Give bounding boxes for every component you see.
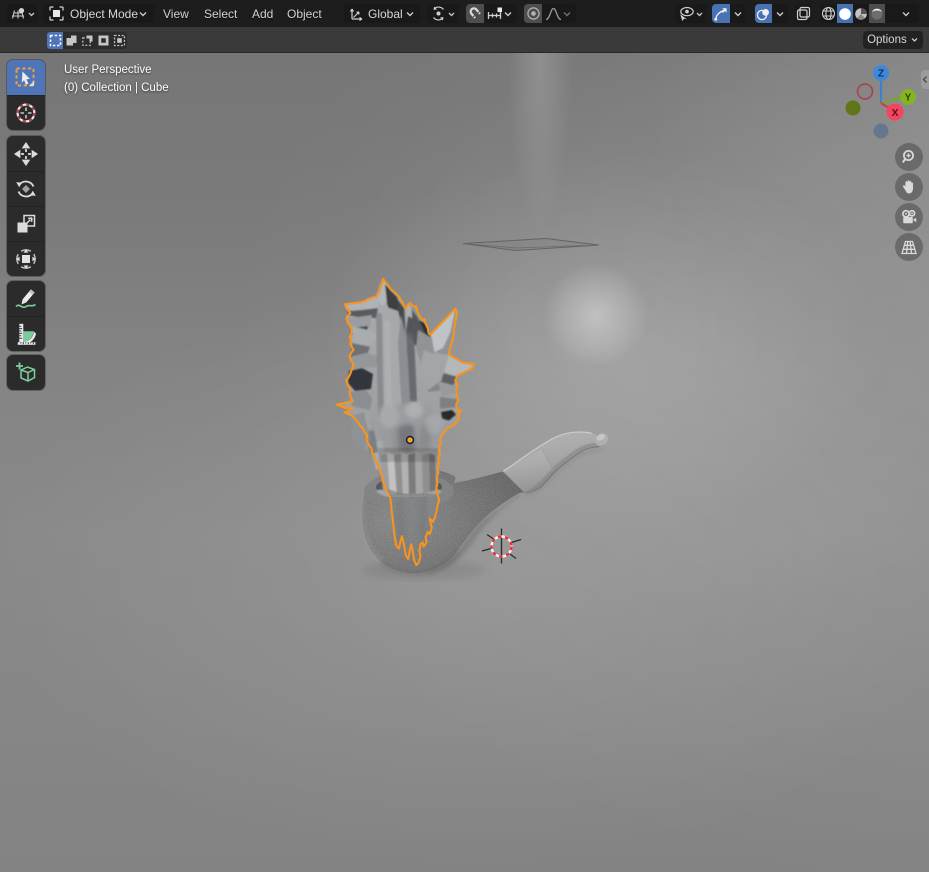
svg-text:X: X	[891, 107, 898, 119]
svg-text:Z: Z	[878, 69, 884, 80]
svg-text:Y: Y	[905, 93, 912, 104]
